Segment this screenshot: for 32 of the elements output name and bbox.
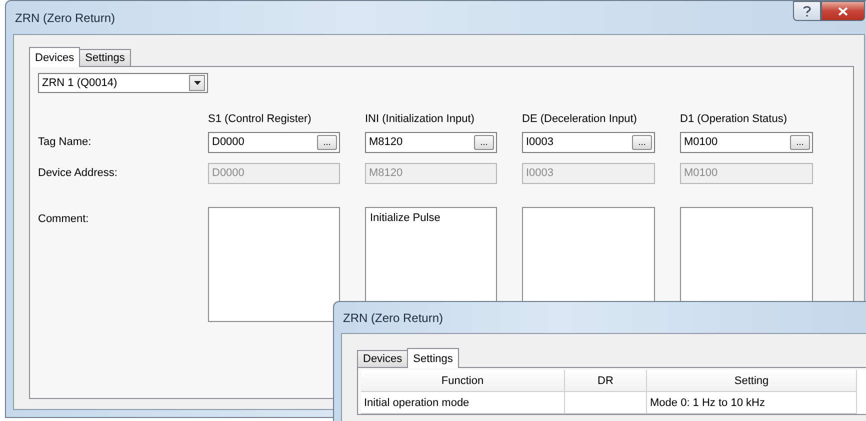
field-label: Tag Name: xyxy=(38,136,92,148)
tag-name-field[interactable]: M0100 ... xyxy=(680,132,813,152)
column-header: DR xyxy=(565,370,647,392)
close-icon xyxy=(838,6,848,16)
column-header: DE (Deceleration Input) xyxy=(522,113,638,127)
column-header: Setting xyxy=(647,370,857,392)
field-label: Device Address: xyxy=(38,167,118,179)
close-button[interactable] xyxy=(821,1,865,21)
tag-name-field[interactable]: I0003 ... xyxy=(522,132,655,152)
caret-icon xyxy=(194,81,200,85)
browse-button[interactable]: ... xyxy=(474,134,494,150)
column-header: Function xyxy=(361,370,565,392)
tag-name-field[interactable]: M8120 ... xyxy=(365,132,497,152)
tab[interactable]: Devices xyxy=(357,350,408,368)
instance-dropdown[interactable]: ZRN 1 (Q0014) xyxy=(38,73,208,93)
tab[interactable]: Settings xyxy=(79,49,131,67)
column-header: INI (Initialization Input) xyxy=(365,113,476,127)
tag-name-field[interactable]: D0000 ... xyxy=(208,132,340,152)
browse-button[interactable]: ... xyxy=(632,134,652,150)
field-label: Comment: xyxy=(38,212,90,225)
tab[interactable]: Settings xyxy=(407,348,459,368)
help-icon xyxy=(803,5,811,17)
column-header: D1 (Operation Status) xyxy=(680,113,788,127)
window-title: ZRN (Zero Return) xyxy=(14,10,116,24)
table-cell: Mode 0: 1 Hz to 10 kHz xyxy=(647,392,857,414)
help-button[interactable] xyxy=(793,1,821,21)
browse-button[interactable]: ... xyxy=(790,134,810,150)
browse-button[interactable]: ... xyxy=(317,134,337,150)
tab[interactable]: Devices xyxy=(29,47,80,67)
column-header: S1 (Control Register) xyxy=(208,113,312,127)
table-cell: Initial operation mode xyxy=(361,392,565,414)
comment-field[interactable] xyxy=(208,207,340,322)
